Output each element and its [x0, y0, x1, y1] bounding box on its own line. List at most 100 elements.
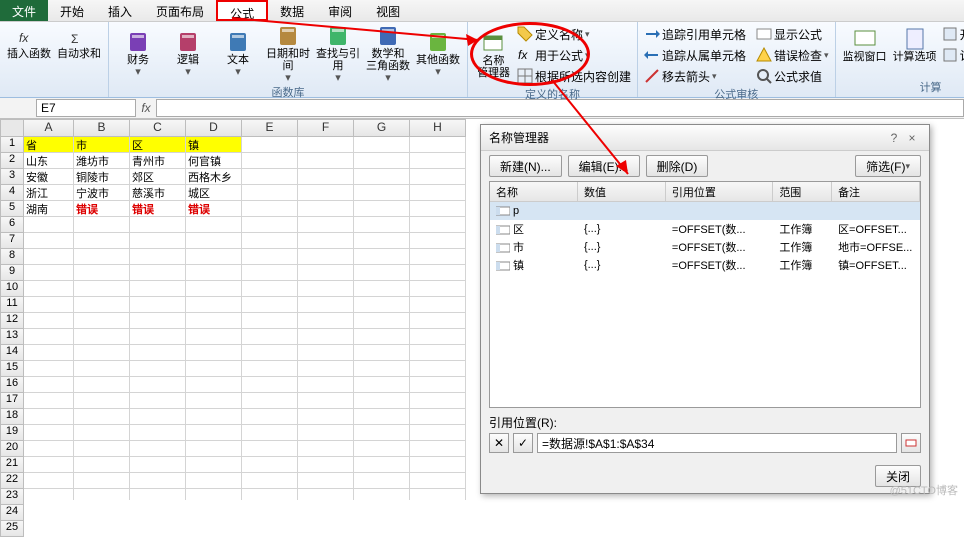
cell[interactable]	[242, 297, 298, 313]
cell[interactable]	[186, 313, 242, 329]
cell[interactable]: 镇	[186, 137, 242, 153]
cell[interactable]: 湖南	[24, 201, 74, 217]
cell[interactable]	[130, 217, 186, 233]
row-header-19[interactable]: 19	[0, 425, 24, 441]
cell[interactable]	[130, 281, 186, 297]
cell[interactable]	[186, 377, 242, 393]
cell[interactable]	[24, 297, 74, 313]
funclib-4[interactable]: 查找与引用▾	[315, 24, 361, 84]
cell[interactable]: 山东	[24, 153, 74, 169]
cell[interactable]	[242, 153, 298, 169]
cell[interactable]	[186, 217, 242, 233]
cell[interactable]	[74, 297, 130, 313]
cell[interactable]	[186, 249, 242, 265]
cell[interactable]: 西格木乡	[186, 169, 242, 185]
cell[interactable]	[130, 233, 186, 249]
row-header-23[interactable]: 23	[0, 489, 24, 505]
cell[interactable]: 宁波市	[74, 185, 130, 201]
name-row[interactable]: 镇{...}=OFFSET(数...工作簿镇=OFFSET...	[490, 256, 920, 274]
remove-arrows-button[interactable]: 移去箭头▾	[644, 66, 746, 86]
funclib-2[interactable]: 文本▾	[215, 30, 261, 78]
cell[interactable]	[24, 393, 74, 409]
cell[interactable]	[74, 361, 130, 377]
cell[interactable]	[24, 409, 74, 425]
dialog-titlebar[interactable]: 名称管理器 ? ×	[481, 125, 929, 151]
cell[interactable]: 慈溪市	[130, 185, 186, 201]
cell[interactable]	[186, 457, 242, 473]
cell[interactable]	[130, 313, 186, 329]
cell[interactable]	[410, 233, 466, 249]
tab-开始[interactable]: 开始	[48, 0, 96, 21]
cell[interactable]	[298, 457, 354, 473]
cell[interactable]	[410, 393, 466, 409]
cell[interactable]	[410, 489, 466, 500]
cell[interactable]: 区	[130, 137, 186, 153]
cell[interactable]	[24, 473, 74, 489]
fx-label-icon[interactable]: fx	[136, 101, 156, 115]
cell[interactable]	[298, 489, 354, 500]
collapse-ref-button[interactable]	[901, 433, 921, 453]
accept-ref-button[interactable]: ✓	[513, 433, 533, 453]
row-header-18[interactable]: 18	[0, 409, 24, 425]
trace-precedents-button[interactable]: 追踪引用单元格	[644, 24, 746, 44]
cell[interactable]	[242, 169, 298, 185]
cell[interactable]	[410, 265, 466, 281]
tab-视图[interactable]: 视图	[364, 0, 412, 21]
cell[interactable]	[130, 377, 186, 393]
col-header-E[interactable]: E	[242, 119, 298, 137]
cell[interactable]	[242, 457, 298, 473]
cell[interactable]	[298, 409, 354, 425]
cell[interactable]	[410, 377, 466, 393]
cell[interactable]: 省	[24, 137, 74, 153]
cell[interactable]	[24, 281, 74, 297]
col-header-G[interactable]: G	[354, 119, 410, 137]
cell[interactable]	[74, 281, 130, 297]
col-header-H[interactable]: H	[410, 119, 466, 137]
cell[interactable]	[410, 425, 466, 441]
cell[interactable]	[354, 281, 410, 297]
cell[interactable]	[354, 457, 410, 473]
cell[interactable]	[24, 313, 74, 329]
cell[interactable]	[74, 249, 130, 265]
cell[interactable]	[74, 425, 130, 441]
name-row[interactable]: 区{...}=OFFSET(数...工作簿区=OFFSET...	[490, 220, 920, 238]
cell[interactable]	[186, 345, 242, 361]
row-header-1[interactable]: 1	[0, 137, 24, 153]
cell[interactable]	[298, 137, 354, 153]
row-header-25[interactable]: 25	[0, 521, 24, 537]
tab-file[interactable]: 文件	[0, 0, 48, 21]
cell[interactable]	[24, 441, 74, 457]
error-check-button[interactable]: 错误检查▾	[756, 45, 829, 65]
cell[interactable]	[354, 441, 410, 457]
row-header-11[interactable]: 11	[0, 297, 24, 313]
cell[interactable]	[74, 377, 130, 393]
calc-now-button[interactable]: 开始计算	[942, 24, 964, 44]
cell[interactable]	[354, 185, 410, 201]
row-header-13[interactable]: 13	[0, 329, 24, 345]
cell[interactable]: 浙江	[24, 185, 74, 201]
funclib-0[interactable]: 财务▾	[115, 30, 161, 78]
cell[interactable]	[186, 489, 242, 500]
cell[interactable]	[410, 409, 466, 425]
cell[interactable]	[354, 329, 410, 345]
cell[interactable]	[298, 329, 354, 345]
cell[interactable]	[130, 249, 186, 265]
row-header-15[interactable]: 15	[0, 361, 24, 377]
cell[interactable]	[410, 169, 466, 185]
cell[interactable]	[298, 393, 354, 409]
cell[interactable]	[186, 393, 242, 409]
row-header-7[interactable]: 7	[0, 233, 24, 249]
edit-button[interactable]: 编辑(E)...	[568, 155, 640, 177]
cell[interactable]	[298, 313, 354, 329]
close-icon[interactable]: ×	[903, 131, 921, 145]
cell[interactable]	[130, 441, 186, 457]
cell[interactable]	[242, 233, 298, 249]
cell[interactable]	[242, 329, 298, 345]
cell[interactable]	[354, 201, 410, 217]
cell[interactable]	[242, 441, 298, 457]
cell[interactable]	[410, 137, 466, 153]
cell[interactable]	[242, 361, 298, 377]
cell[interactable]	[24, 329, 74, 345]
calc-options-button[interactable]: 计算选项	[892, 27, 938, 63]
cell[interactable]: 青州市	[130, 153, 186, 169]
